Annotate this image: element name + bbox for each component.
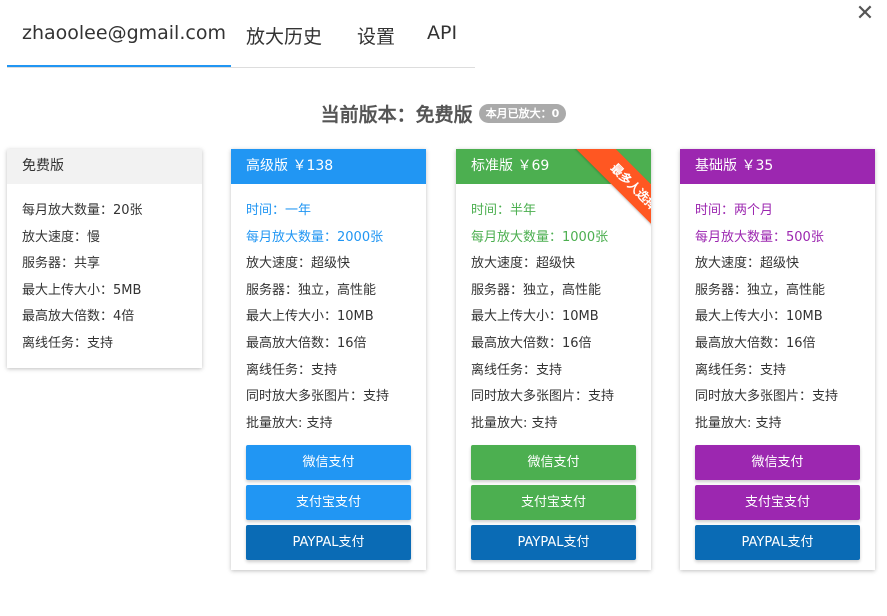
plan-feature: 时间：两个月 bbox=[695, 203, 774, 218]
plan-feature: 服务器：独立，高性能 bbox=[695, 282, 826, 298]
paypal-button[interactable]: PAYPAL支付 bbox=[695, 525, 860, 561]
plan-header: 基础版 ￥35 bbox=[680, 149, 875, 184]
plan-feature: 放大速度：超级快 bbox=[246, 256, 351, 272]
plan-header: 免费版 bbox=[7, 149, 202, 184]
alipay-button[interactable]: 支付宝支付 bbox=[695, 485, 860, 521]
active-tab-indicator bbox=[7, 65, 231, 67]
plan-card-standard: 标准版 ￥69 最多人选择 时间：半年 每月放大数量：1000张 放大速度：超级… bbox=[456, 149, 651, 571]
alipay-button[interactable]: 支付宝支付 bbox=[246, 485, 411, 521]
plan-feature: 最高放大倍数：16倍 bbox=[695, 335, 816, 351]
plan-card-premium: 高级版 ￥138 时间：一年 每月放大数量：2000张 放大速度：超级快 服务器… bbox=[231, 149, 426, 571]
alipay-button[interactable]: 支付宝支付 bbox=[471, 485, 636, 521]
plan-feature: 每月放大数量：20张 bbox=[22, 203, 143, 218]
plan-feature: 最大上传大小：10MB bbox=[471, 309, 599, 325]
close-icon[interactable]: ✕ bbox=[854, 3, 876, 25]
plan-feature: 离线任务：支持 bbox=[695, 362, 787, 378]
usage-badge: 本月已放大：0 bbox=[478, 104, 567, 123]
plan-header: 高级版 ￥138 bbox=[231, 149, 426, 184]
plan-feature: 时间：半年 bbox=[471, 203, 537, 218]
tab-bar: zhaoolee@gmail.com 放大历史 设置 API bbox=[7, 0, 475, 68]
wechat-pay-button[interactable]: 微信支付 bbox=[246, 445, 411, 481]
plan-feature: 放大速度：慢 bbox=[22, 229, 101, 245]
plan-feature: 同时放大多张图片：支持 bbox=[695, 389, 839, 405]
plan-feature: 放大速度：超级快 bbox=[471, 256, 576, 272]
plan-card-free: 免费版 每月放大数量：20张 放大速度：慢 服务器：共享 最大上传大小：5MB … bbox=[7, 149, 202, 368]
plan-feature: 最大上传大小：10MB bbox=[695, 309, 823, 325]
plan-feature: 每月放大数量：2000张 bbox=[246, 229, 384, 245]
paypal-button[interactable]: PAYPAL支付 bbox=[471, 525, 636, 561]
plan-feature: 服务器：共享 bbox=[22, 256, 101, 272]
wechat-pay-button[interactable]: 微信支付 bbox=[695, 445, 860, 481]
plan-feature: 放大速度：超级快 bbox=[695, 256, 800, 272]
paypal-button[interactable]: PAYPAL支付 bbox=[246, 525, 411, 561]
tab-account[interactable]: zhaoolee@gmail.com bbox=[22, 22, 226, 44]
tab-api[interactable]: API bbox=[427, 22, 457, 44]
plan-feature: 离线任务：支持 bbox=[471, 362, 563, 378]
tab-settings[interactable]: 设置 bbox=[357, 22, 395, 49]
plan-feature: 时间：一年 bbox=[246, 203, 312, 218]
plan-feature: 批量放大: 支持 bbox=[471, 415, 558, 431]
plan-feature: 批量放大: 支持 bbox=[695, 415, 782, 431]
plan-feature: 最高放大倍数：16倍 bbox=[246, 335, 367, 351]
plan-feature: 服务器：独立，高性能 bbox=[246, 282, 377, 298]
plan-feature: 最高放大倍数：16倍 bbox=[471, 335, 592, 351]
tab-history[interactable]: 放大历史 bbox=[246, 22, 322, 49]
plan-feature: 服务器：独立，高性能 bbox=[471, 282, 602, 298]
plan-feature: 每月放大数量：500张 bbox=[695, 229, 824, 245]
plan-feature: 最大上传大小：5MB bbox=[22, 282, 142, 298]
plan-feature: 同时放大多张图片：支持 bbox=[246, 389, 390, 405]
plan-feature: 离线任务：支持 bbox=[22, 335, 114, 351]
plan-feature: 同时放大多张图片：支持 bbox=[471, 389, 615, 405]
wechat-pay-button[interactable]: 微信支付 bbox=[471, 445, 636, 481]
plan-feature: 每月放大数量：1000张 bbox=[471, 229, 609, 245]
plan-feature: 离线任务：支持 bbox=[246, 362, 338, 378]
plan-feature: 最高放大倍数：4倍 bbox=[22, 309, 135, 325]
plan-card-basic: 基础版 ￥35 时间：两个月 每月放大数量：500张 放大速度：超级快 服务器：… bbox=[680, 149, 875, 571]
current-version-heading: 当前版本：免费版 本月已放大：0 bbox=[0, 100, 887, 127]
plan-feature: 批量放大: 支持 bbox=[246, 415, 333, 431]
plan-header: 标准版 ￥69 bbox=[456, 149, 651, 184]
plan-feature: 最大上传大小：10MB bbox=[246, 309, 374, 325]
page-title: 当前版本：免费版 bbox=[320, 104, 473, 126]
